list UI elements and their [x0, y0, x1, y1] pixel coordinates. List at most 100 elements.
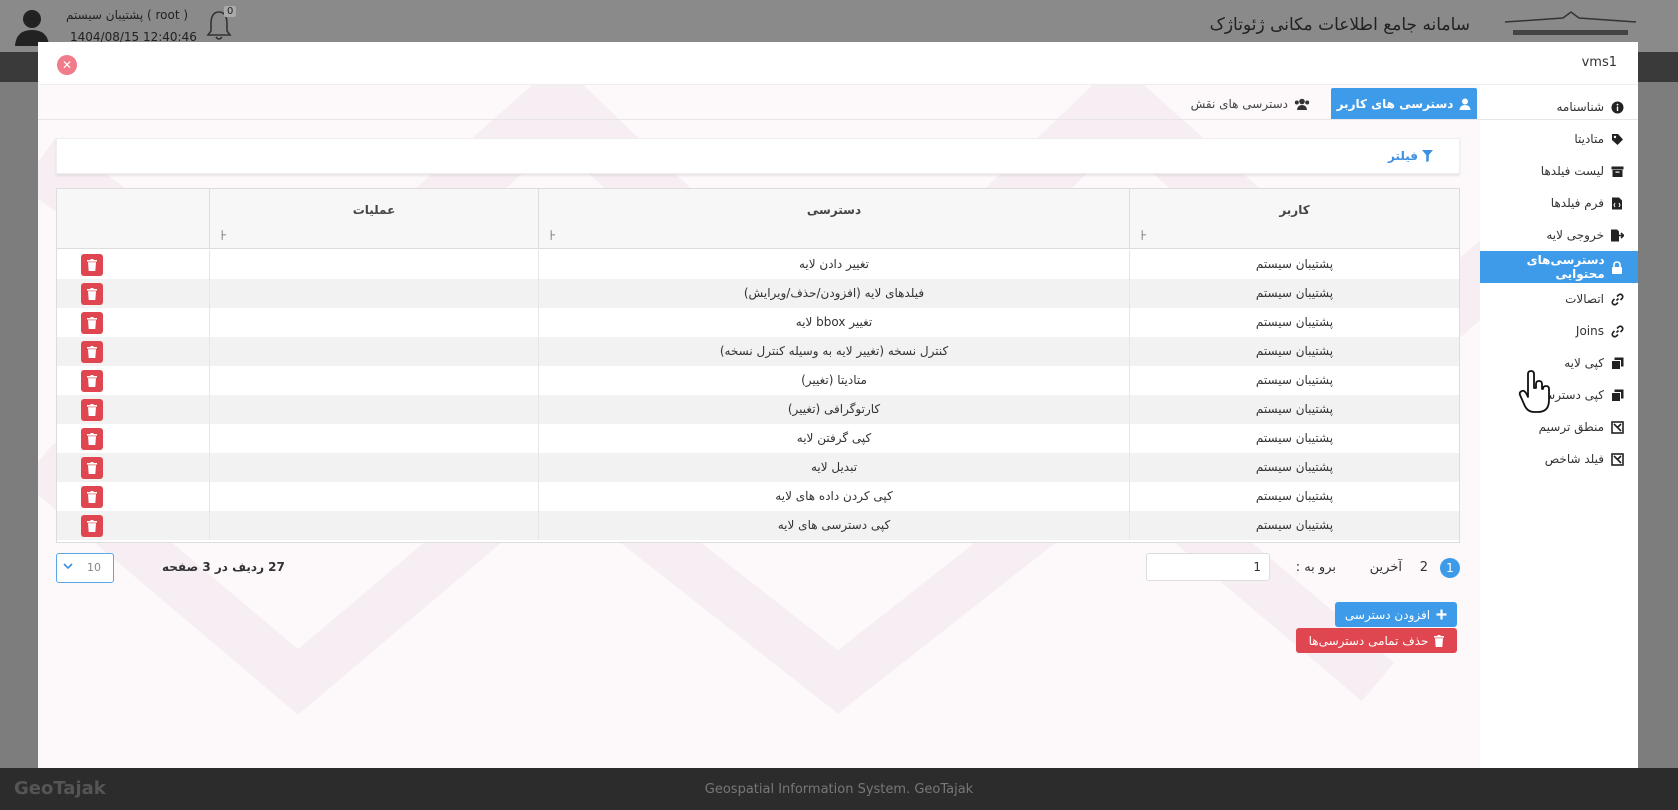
delete-row-button[interactable] — [81, 457, 103, 479]
cell-access: تبدیل لایه — [538, 453, 1129, 482]
page-size-select[interactable]: 10 — [56, 553, 114, 583]
menu-item-connections[interactable]: اتصالات — [1480, 283, 1638, 315]
page-current[interactable]: 1 — [1440, 558, 1460, 578]
users-icon — [1294, 98, 1310, 110]
cell-user: پشتیبان سیستم — [1129, 395, 1459, 424]
trash-icon — [87, 346, 97, 358]
pagination: 1 2 آخرین برو به : 27 ردیف در 3 صفحه 10 — [56, 550, 1460, 584]
access-tabs: دسترسی های کاربر دسترسی های نقش — [38, 86, 1480, 119]
menu-item-key-field[interactable]: فیلد شاخص — [1480, 443, 1638, 475]
menu-item-field-form[interactable]: فرم فیلدها — [1480, 187, 1638, 219]
add-access-button[interactable]: افزودن دسترسی — [1335, 602, 1457, 627]
delete-row-button[interactable] — [81, 283, 103, 305]
trash-icon — [87, 375, 97, 387]
filter-toggle[interactable]: فیلتر — [1388, 149, 1433, 163]
column-header-user[interactable]: کاربر ⺊ — [1129, 189, 1459, 249]
page-last-link[interactable]: آخرین — [1370, 560, 1402, 575]
archive-icon — [1610, 164, 1624, 178]
cell-access: تغییر دادن لایه — [538, 250, 1129, 279]
delete-row-button[interactable] — [81, 341, 103, 363]
cell-operations — [209, 482, 538, 511]
copy-icon — [1610, 388, 1624, 402]
column-header-actions — [55, 189, 209, 249]
column-filter-icon[interactable]: ⺊ — [547, 227, 557, 242]
trash-icon — [87, 491, 97, 503]
system-logo — [1504, 11, 1637, 35]
funnel-icon — [1422, 150, 1433, 162]
menu-item-field-list[interactable]: لیست فیلدها — [1480, 155, 1638, 187]
goto-page-input[interactable] — [1146, 553, 1270, 581]
cell-user: پشتیبان سیستم — [1129, 308, 1459, 337]
menu-item-content-access[interactable]: دسترسی‌های محتوایی — [1480, 251, 1638, 283]
system-title: سامانه جامع اطلاعات مکانی ژئوتاژک — [1209, 15, 1470, 35]
cell-access: کپی کردن داده های لایه — [538, 482, 1129, 511]
page-size-value: 10 — [87, 561, 101, 574]
table-row: پشتیبان سیستم کپی گرفتن لایه — [57, 424, 1459, 453]
delete-row-button[interactable] — [81, 515, 103, 537]
app-footer: GeoTajak Geospatial Information System. … — [0, 768, 1678, 810]
notification-badge: 0 — [224, 6, 237, 17]
tabs-divider — [38, 119, 1638, 120]
menu-item-draw-logic[interactable]: منطق ترسیم — [1480, 411, 1638, 443]
column-header-operations[interactable]: عملیات ⺊ — [209, 189, 538, 249]
menu-item-label: اتصالات — [1565, 292, 1604, 306]
info-icon — [1610, 100, 1624, 114]
page-link-2[interactable]: 2 — [1420, 560, 1428, 575]
menu-item-joins[interactable]: Joins — [1480, 315, 1638, 347]
delete-all-label: حذف تمامی دسترسی‌ها — [1308, 633, 1429, 648]
trash-icon — [87, 259, 97, 271]
delete-all-access-button[interactable]: حذف تمامی دسترسی‌ها — [1296, 628, 1457, 653]
tab-user-access[interactable]: دسترسی های کاربر — [1331, 88, 1477, 119]
close-icon[interactable]: ✕ — [57, 55, 77, 75]
cell-user: پشتیبان سیستم — [1129, 511, 1459, 540]
trash-icon — [87, 520, 97, 532]
delete-row-button[interactable] — [81, 428, 103, 450]
modal-header: ✕ vms1 — [38, 42, 1638, 85]
cell-user: پشتیبان سیستم — [1129, 453, 1459, 482]
table-row: پشتیبان سیستم تبدیل لایه — [57, 453, 1459, 482]
footer-caption: Geospatial Information System. GeoTajak — [704, 782, 974, 797]
column-filter-icon[interactable]: ⺊ — [218, 227, 228, 242]
tab-label: دسترسی های نقش — [1190, 96, 1288, 111]
cell-operations — [209, 250, 538, 279]
menu-item-label: دسترسی‌های محتوایی — [1526, 253, 1605, 281]
file-code-icon — [1610, 196, 1624, 210]
draw-logic-icon — [1610, 452, 1624, 466]
delete-row-button[interactable] — [81, 370, 103, 392]
menu-item-copy-access[interactable]: کپی دسترسی — [1480, 379, 1638, 411]
table-row: پشتیبان سیستم تغییر bbox لایه — [57, 308, 1459, 337]
delete-row-button[interactable] — [81, 312, 103, 334]
delete-row-button[interactable] — [81, 486, 103, 508]
filter-label: فیلتر — [1387, 149, 1418, 163]
delete-row-button[interactable] — [81, 399, 103, 421]
column-header-access[interactable]: دسترسی ⺊ — [538, 189, 1129, 249]
menu-item-metadata[interactable]: متادیتا — [1480, 123, 1638, 155]
trash-icon — [87, 462, 97, 474]
cell-user: پشتیبان سیستم — [1129, 366, 1459, 395]
menu-item-label: فرم فیلدها — [1550, 196, 1604, 210]
menu-item-copy-layer[interactable]: کپی لایه — [1480, 347, 1638, 379]
export-icon — [1610, 228, 1624, 242]
link-icon — [1610, 292, 1624, 306]
copy-icon — [1610, 356, 1624, 370]
cell-operations — [209, 453, 538, 482]
menu-item-layer-export[interactable]: خروجی لایه — [1480, 219, 1638, 251]
column-filter-icon[interactable]: ⺊ — [1138, 227, 1148, 242]
user-avatar-icon[interactable] — [12, 6, 52, 46]
trash-icon — [87, 288, 97, 300]
trash-icon — [87, 433, 97, 445]
map-tools-panel — [0, 82, 38, 768]
menu-item-label: منطق ترسیم — [1538, 420, 1604, 434]
cell-operations — [209, 424, 538, 453]
delete-row-button[interactable] — [81, 254, 103, 276]
cell-operations — [209, 337, 538, 366]
cell-access: کپی دسترسی های لایه — [538, 511, 1129, 540]
tab-role-access[interactable]: دسترسی های نقش — [1191, 88, 1310, 119]
filter-panel: فیلتر — [56, 138, 1460, 174]
table-row: پشتیبان سیستم کپی دسترسی های لایه — [57, 511, 1459, 540]
cell-operations — [209, 511, 538, 540]
modal-title: vms1 — [1581, 55, 1617, 70]
access-table: کاربر ⺊ دسترسی ⺊ عملیات ⺊ پشتیبان سیستم ت… — [56, 188, 1460, 543]
cell-access: متادیتا (تغییر) — [538, 366, 1129, 395]
cell-user: پشتیبان سیستم — [1129, 279, 1459, 308]
